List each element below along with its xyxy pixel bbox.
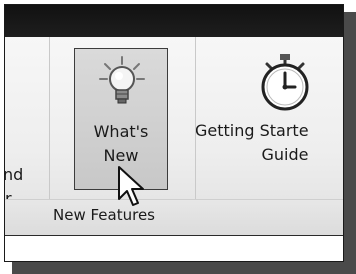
mouse-cursor-icon bbox=[117, 165, 147, 209]
ribbon-panel: nd r bbox=[4, 37, 343, 208]
ribbon-group-label-bar: New Features bbox=[5, 199, 343, 235]
getting-started-label-line2: Guide bbox=[261, 145, 309, 164]
partial-button-label-line1: nd bbox=[4, 165, 24, 184]
lightbulb-icon bbox=[97, 55, 147, 111]
stopwatch-icon bbox=[257, 52, 313, 112]
getting-started-guide-button[interactable]: Getting Starte Guide bbox=[195, 48, 343, 190]
getting-started-label-line1: Getting Starte bbox=[195, 121, 309, 140]
whats-new-label-line1: What's bbox=[93, 122, 149, 141]
application-window: nd r bbox=[4, 4, 344, 262]
title-bar bbox=[5, 5, 343, 37]
content-area bbox=[5, 235, 343, 261]
whats-new-label-line2: New bbox=[103, 146, 139, 165]
